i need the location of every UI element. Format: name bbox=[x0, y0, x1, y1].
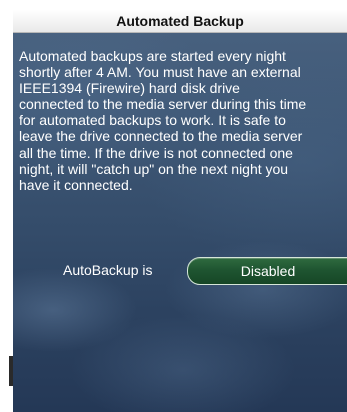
automated-backup-panel: Automated Backup Automated backups are s… bbox=[13, 10, 347, 412]
autobackup-label: AutoBackup is bbox=[63, 262, 153, 278]
autobackup-state-label: Disabled bbox=[240, 263, 296, 279]
autobackup-toggle-button[interactable]: Disabled bbox=[187, 257, 347, 285]
panel-title: Automated Backup bbox=[116, 13, 244, 29]
backup-description: Automated backups are started every nigh… bbox=[19, 48, 307, 193]
autobackup-setting-row: AutoBackup is Disabled bbox=[13, 257, 347, 285]
title-bar: Automated Backup bbox=[13, 10, 347, 33]
